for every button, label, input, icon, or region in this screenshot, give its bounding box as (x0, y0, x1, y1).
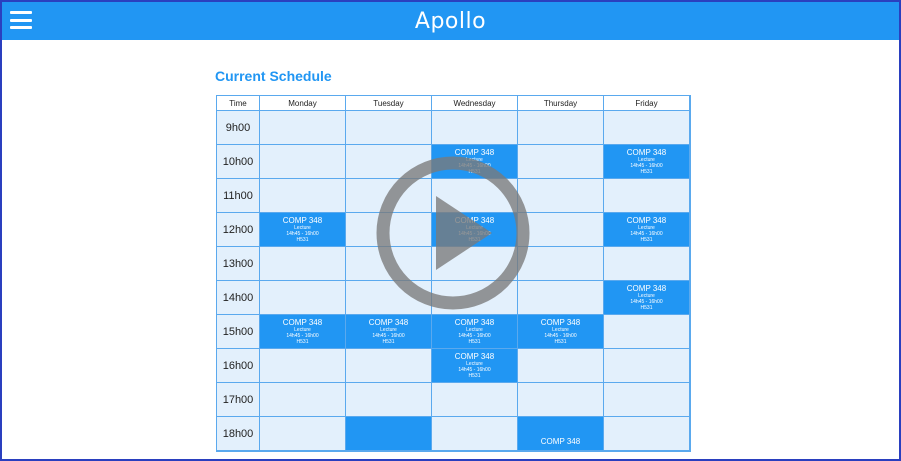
empty-slot-thursday[interactable] (518, 383, 604, 417)
empty-slot-thursday[interactable] (518, 349, 604, 383)
empty-slot-friday[interactable] (604, 315, 690, 349)
time-slot-label: 18h00 (217, 417, 260, 451)
header-monday: Monday (260, 96, 346, 111)
time-slot-label: 10h00 (217, 145, 260, 179)
table-row: 16h00 COMP 348 Lecture 14h45 - 16h00 H531 (217, 349, 690, 383)
course-block-monday[interactable]: COMP 348 Lecture 14h45 - 16h00 H531 (260, 315, 346, 349)
time-slot-label: 11h00 (217, 179, 260, 213)
empty-slot-friday[interactable] (604, 383, 690, 417)
course-room: H531 (296, 237, 309, 243)
empty-slot-monday[interactable] (260, 247, 346, 281)
empty-slot-tuesday[interactable] (346, 349, 432, 383)
course-block-wednesday[interactable]: COMP 348Lecture14h45 - 16h00H531 (432, 315, 518, 349)
table-row: 17h00 (217, 383, 690, 417)
course-code: COMP 348 (540, 437, 581, 446)
empty-slot-wednesday[interactable] (432, 383, 518, 417)
empty-slot-friday[interactable] (604, 247, 690, 281)
course-room: H531 (640, 305, 653, 311)
course-code: COMP 348 (540, 318, 581, 327)
course-room: H531 (640, 237, 653, 243)
empty-slot-monday[interactable] (260, 111, 346, 145)
table-row: 15h00 COMP 348 Lecture 14h45 - 16h00 H531 COM… (217, 315, 690, 349)
schedule-header-row: Time Monday Tuesday Wednesday Thursday F… (217, 96, 690, 111)
app-title: Apollo (414, 8, 487, 34)
empty-slot-monday[interactable] (260, 281, 346, 315)
course-block-tuesday[interactable] (346, 417, 432, 451)
course-block-thursday[interactable]: COMP 348 (518, 417, 604, 451)
course-room: H531 (468, 339, 481, 345)
empty-slot-wednesday[interactable] (432, 417, 518, 451)
course-room: H531 (554, 339, 567, 345)
empty-slot-friday[interactable] (604, 417, 690, 451)
course-block-monday[interactable]: COMP 348 Lecture 14h45 - 16h00 H531 (260, 213, 346, 247)
header-wednesday: Wednesday (432, 96, 518, 111)
empty-slot-monday[interactable] (260, 145, 346, 179)
empty-slot-monday[interactable] (260, 383, 346, 417)
app-window: Apollo Current Schedule Time Monday Tues… (0, 0, 901, 461)
course-code: COMP 348 (626, 284, 667, 293)
top-app-bar: Apollo (2, 2, 899, 40)
course-code: COMP 348 (282, 216, 323, 225)
course-block-friday[interactable]: COMP 348 Lecture 14h45 - 16h00 H531 (604, 213, 690, 247)
header-friday: Friday (604, 96, 690, 111)
course-code: COMP 348 (626, 148, 667, 157)
course-block-wednesday[interactable]: COMP 348Lecture14h45 - 16h00H531 (432, 349, 518, 383)
empty-slot-thursday[interactable] (518, 111, 604, 145)
empty-slot-friday[interactable] (604, 111, 690, 145)
course-code: COMP 348 (626, 216, 667, 225)
empty-slot-tuesday[interactable] (346, 383, 432, 417)
time-slot-label: 9h00 (217, 111, 260, 145)
time-slot-label: 16h00 (217, 349, 260, 383)
empty-slot-wednesday[interactable] (432, 111, 518, 145)
schedule-title: Current Schedule (215, 68, 332, 84)
course-room: H531 (382, 339, 395, 345)
course-code: COMP 348 (454, 352, 495, 361)
hamburger-menu-icon[interactable] (10, 11, 32, 29)
course-room: H531 (468, 373, 481, 379)
empty-slot-monday[interactable] (260, 179, 346, 213)
time-slot-label: 17h00 (217, 383, 260, 417)
empty-slot-friday[interactable] (604, 179, 690, 213)
header-tuesday: Tuesday (346, 96, 432, 111)
header-thursday: Thursday (518, 96, 604, 111)
course-code: COMP 348 (282, 318, 323, 327)
course-block-thursday[interactable]: COMP 348 Lecture 14h45 - 16h00 H531 (518, 315, 604, 349)
time-slot-label: 15h00 (217, 315, 260, 349)
course-block-tuesday[interactable]: COMP 348 Lecture 14h45 - 16h00 H531 (346, 315, 432, 349)
table-row: 18h00 COMP 348 (217, 417, 690, 451)
time-slot-label: 12h00 (217, 213, 260, 247)
course-room: H531 (296, 339, 309, 345)
empty-slot-friday[interactable] (604, 349, 690, 383)
course-code: COMP 348 (368, 318, 409, 327)
course-block-friday[interactable]: COMP 348 Lecture 14h45 - 16h00 H531 (604, 145, 690, 179)
empty-slot-tuesday[interactable] (346, 111, 432, 145)
time-slot-label: 14h00 (217, 281, 260, 315)
course-code: COMP 348 (454, 318, 495, 327)
course-room: H531 (640, 169, 653, 175)
course-block-friday[interactable]: COMP 348 Lecture 14h45 - 16h00 H531 (604, 281, 690, 315)
empty-slot-monday[interactable] (260, 417, 346, 451)
time-slot-label: 13h00 (217, 247, 260, 281)
header-time: Time (217, 96, 260, 111)
table-row: 9h00 (217, 111, 690, 145)
empty-slot-monday[interactable] (260, 349, 346, 383)
play-icon[interactable] (372, 152, 534, 314)
